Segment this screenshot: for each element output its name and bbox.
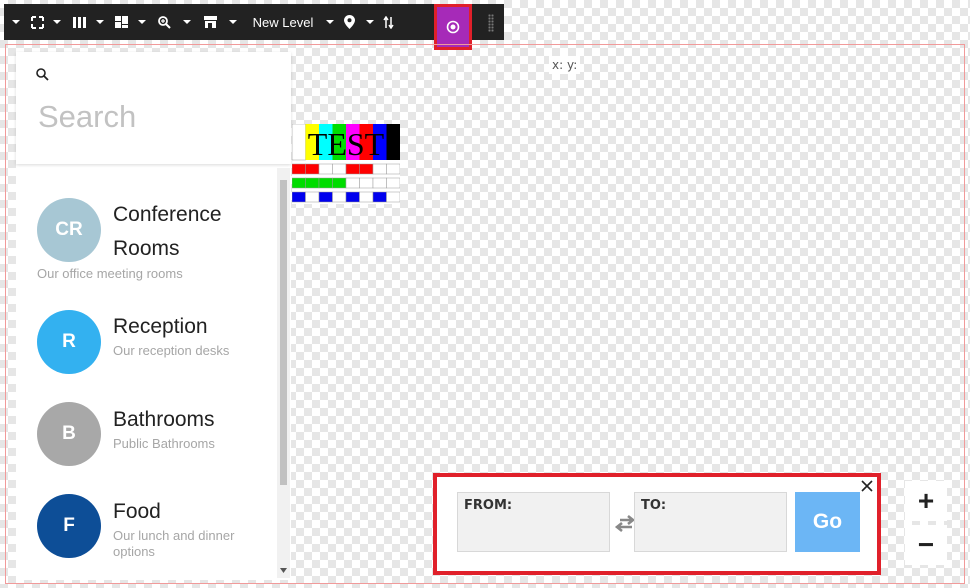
item-subtitle: Our reception desks xyxy=(113,343,230,358)
item-title: Conference Rooms xyxy=(113,203,222,260)
directions-panel: FROM: TO: Go xyxy=(433,473,881,575)
item-subtitle: Our lunch and dinner options xyxy=(113,528,235,559)
map-toolbar: New Level xyxy=(4,4,504,50)
go-button[interactable]: Go xyxy=(795,492,860,552)
zoom-caret-icon[interactable] xyxy=(176,4,198,40)
to-field[interactable]: TO: xyxy=(634,492,787,552)
close-icon[interactable] xyxy=(860,479,874,493)
marker-caret-icon[interactable] xyxy=(360,4,380,40)
coordinates-readout: x: y: xyxy=(549,56,581,74)
from-label: FROM: xyxy=(464,498,513,513)
avatar: F xyxy=(37,494,101,558)
locate-icon xyxy=(446,20,460,34)
location-list: CR Conference Rooms Our office meeting r… xyxy=(16,170,278,580)
zoom-out-button[interactable]: − xyxy=(905,525,947,565)
drag-handle-icon[interactable] xyxy=(488,14,494,32)
search-panel xyxy=(16,52,291,164)
layout-caret-icon[interactable] xyxy=(132,4,152,40)
item-subtitle: Our office meeting rooms xyxy=(37,266,183,281)
item-subtitle: Public Bathrooms xyxy=(113,436,215,451)
to-label: TO: xyxy=(641,498,667,513)
avatar: CR xyxy=(37,198,101,262)
zoom-in-button[interactable]: + xyxy=(905,481,947,521)
fullscreen-icon[interactable] xyxy=(28,4,46,40)
from-field[interactable]: FROM: xyxy=(457,492,610,552)
search-icon xyxy=(36,68,49,81)
search-input[interactable] xyxy=(36,96,280,138)
marker-icon[interactable] xyxy=(338,4,360,40)
zoom-icon[interactable] xyxy=(152,4,176,40)
scroll-down-icon[interactable] xyxy=(280,568,287,573)
item-title: Reception xyxy=(113,315,208,338)
avatar: R xyxy=(37,310,101,374)
scrollbar-thumb[interactable] xyxy=(280,180,287,485)
item-title: Bathrooms xyxy=(113,408,215,431)
item-title: Food xyxy=(113,500,161,523)
layout-icon[interactable] xyxy=(110,4,132,40)
menu-caret-icon[interactable] xyxy=(4,4,28,40)
fullscreen-caret-icon[interactable] xyxy=(46,4,68,40)
columns-caret-icon[interactable] xyxy=(90,4,110,40)
avatar: B xyxy=(37,402,101,466)
level-label: New Level xyxy=(252,14,314,30)
sidebar-scrollbar[interactable] xyxy=(277,168,290,578)
level-caret-icon[interactable] xyxy=(322,4,338,40)
store-caret-icon[interactable] xyxy=(222,4,244,40)
level-selector[interactable]: New Level xyxy=(244,4,322,40)
test-pattern-image: TEST xyxy=(292,124,400,204)
sidebar: CR Conference Rooms Our office meeting r… xyxy=(16,52,291,580)
sort-icon[interactable] xyxy=(380,4,396,40)
test-pattern-label: TEST xyxy=(308,126,385,162)
columns-icon[interactable] xyxy=(68,4,90,40)
store-icon[interactable] xyxy=(198,4,222,40)
